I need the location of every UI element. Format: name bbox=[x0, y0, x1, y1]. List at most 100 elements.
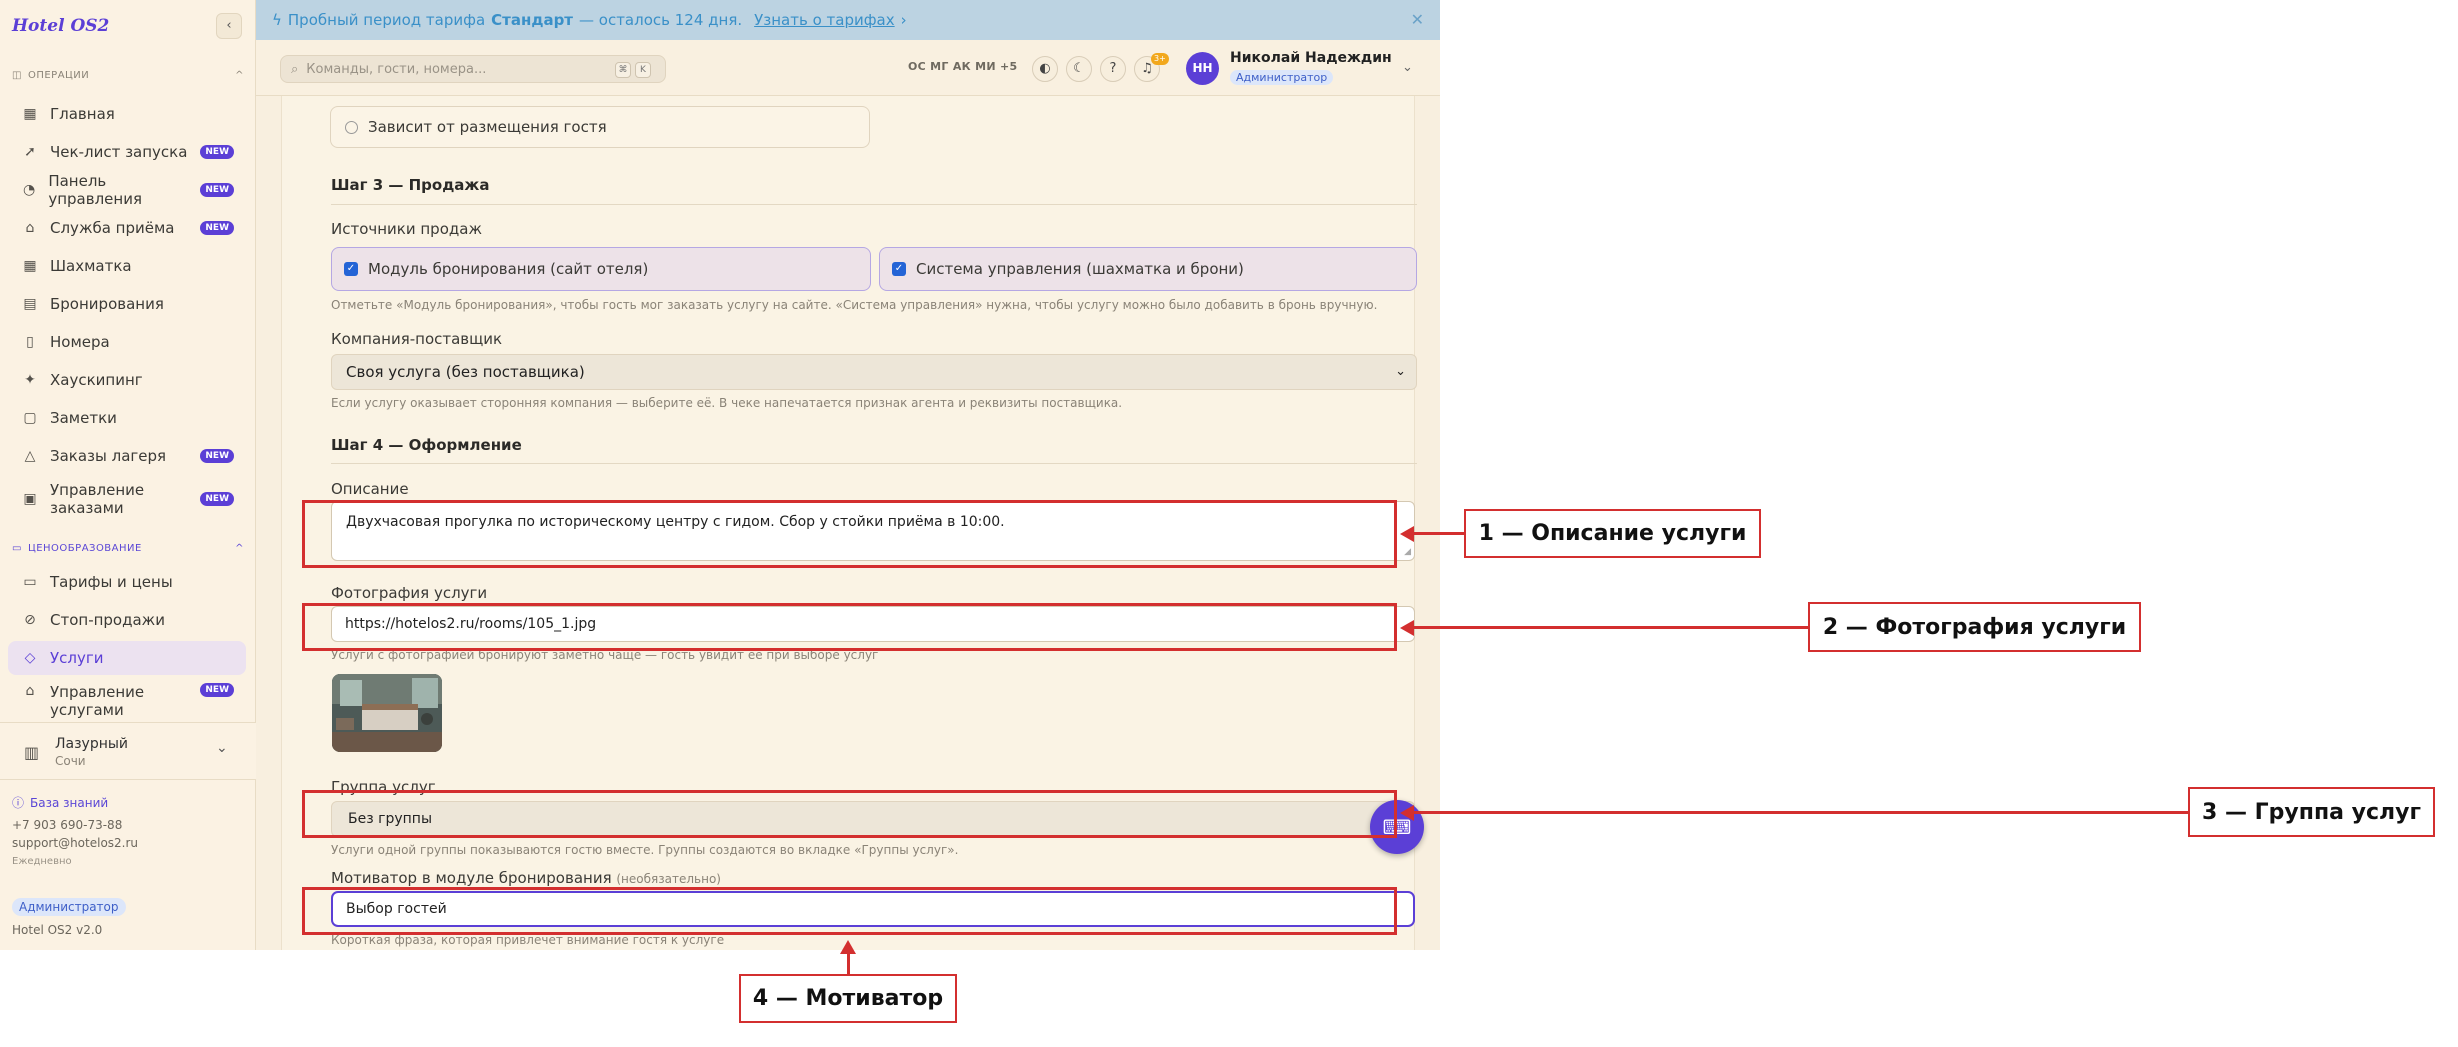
checkbox-checked-icon[interactable]: ✓ bbox=[344, 262, 358, 276]
dark-mode-button[interactable]: ☾ bbox=[1066, 56, 1092, 82]
tent-icon: △ bbox=[24, 448, 36, 464]
help-button[interactable]: ? bbox=[1100, 56, 1126, 82]
sidebar-item-chessboard[interactable]: ▦ Шахматка bbox=[8, 249, 246, 283]
section-pricing-header[interactable]: ▭ ЦЕНООБРАЗОВАНИЕ ^ bbox=[12, 543, 244, 554]
support-email[interactable]: support@hotelos2.ru bbox=[12, 836, 138, 850]
new-badge: NEW bbox=[200, 145, 234, 159]
app-logo[interactable]: Hotel OS2 bbox=[12, 16, 109, 36]
step4-title: Шаг 4 — Оформление bbox=[331, 436, 522, 454]
notifications-button[interactable]: ♫ 3+ bbox=[1134, 53, 1169, 82]
service-photo-thumbnail[interactable] bbox=[332, 674, 442, 752]
sidebar-item-label: Хаускипинг bbox=[50, 371, 143, 389]
user-role-badge: Администратор bbox=[1230, 70, 1334, 85]
collapse-sidebar-button[interactable]: ‹ bbox=[216, 13, 242, 39]
sidebar-item-launch-checklist[interactable]: ➚ Чек-лист запуска NEW bbox=[8, 135, 246, 169]
sidebar-item-label: Заказы лагеря bbox=[50, 447, 167, 465]
resize-handle-icon[interactable]: ◢ bbox=[1404, 547, 1411, 557]
gauge-icon: ◔ bbox=[23, 182, 36, 198]
chevron-down-icon[interactable]: ⌄ bbox=[1402, 60, 1413, 75]
step3-title: Шаг 3 — Продажа bbox=[331, 176, 490, 194]
radio-button[interactable] bbox=[345, 120, 358, 134]
search-placeholder: Команды, гости, номера... bbox=[306, 61, 487, 77]
service-group-hint: Услуги одной группы показываются гостю в… bbox=[331, 843, 959, 857]
user-name[interactable]: Николай Надеждин bbox=[1230, 50, 1392, 66]
new-badge: NEW bbox=[200, 183, 234, 197]
knowledge-base-label: База знаний bbox=[30, 795, 109, 810]
sidebar-item-home[interactable]: ▦ Главная bbox=[8, 97, 246, 131]
placement-radio-option[interactable]: Зависит от размещения гостя bbox=[330, 106, 870, 148]
door-icon: ▯ bbox=[26, 334, 34, 350]
annotation-arrow-line bbox=[1412, 626, 1808, 629]
sidebar-item-rates[interactable]: ▭ Тарифы и цены bbox=[8, 565, 246, 599]
sidebar-item-label: Шахматка bbox=[50, 257, 132, 275]
card-icon: ▭ bbox=[12, 543, 22, 554]
grid-icon: ▦ bbox=[23, 106, 37, 122]
motivator-label: Мотиватор в модуле бронирования (необяза… bbox=[331, 869, 721, 887]
sidebar-item-label: Чек-лист запуска bbox=[50, 143, 188, 161]
checkbox-label: Система управления (шахматка и брони) bbox=[916, 260, 1244, 278]
sidebar-item-rooms[interactable]: ▯ Номера bbox=[8, 325, 246, 359]
online-users-avatars[interactable]: ОС МГ АК МИ +5 bbox=[908, 60, 1017, 73]
avatar[interactable]: НН bbox=[1186, 52, 1219, 85]
close-icon[interactable]: ✕ bbox=[1411, 10, 1424, 29]
palette-icon: ◐ bbox=[1039, 61, 1051, 76]
sidebar-item-label: Главная bbox=[50, 105, 115, 123]
search-input[interactable]: ⌕ Команды, гости, номера... ⌘ K bbox=[280, 55, 666, 83]
sidebar-item-housekeeping[interactable]: ✦ Хаускипинг bbox=[8, 363, 246, 397]
sidebar-item-label: Управление услугами bbox=[50, 683, 145, 719]
highlight-photo bbox=[302, 603, 1397, 651]
section-operations-header[interactable]: ◫ ОПЕРАЦИИ ^ bbox=[12, 70, 244, 81]
hotel-selector[interactable]: ▥ Лазурный Сочи ⌄ bbox=[0, 722, 256, 780]
source-pms-checkbox[interactable]: ✓ Система управления (шахматка и брони) bbox=[879, 247, 1417, 291]
annotation-arrowhead bbox=[1400, 805, 1414, 821]
sidebar-item-front-desk[interactable]: ⌂ Служба приёма NEW bbox=[8, 211, 246, 245]
building-icon: ▥ bbox=[24, 743, 40, 762]
tag-icon: ◇ bbox=[24, 650, 36, 666]
sidebar-item-camp-orders[interactable]: △ Заказы лагеря NEW bbox=[8, 439, 246, 473]
motivator-label-text: Мотиватор в модуле бронирования bbox=[331, 869, 612, 887]
annotation-label-4: 4 — Мотиватор bbox=[739, 974, 957, 1023]
divider bbox=[331, 204, 1417, 205]
theme-palette-button[interactable]: ◐ bbox=[1032, 56, 1058, 82]
rocket-icon: ➚ bbox=[24, 144, 36, 160]
stack-icon: ◫ bbox=[12, 70, 22, 81]
description-label: Описание bbox=[331, 480, 409, 498]
sidebar-item-dashboard[interactable]: ◔ Панель управления NEW bbox=[8, 172, 246, 208]
sidebar-item-services[interactable]: ◇ Услуги bbox=[8, 641, 246, 675]
sidebar: Hotel OS2 ‹ ◫ ОПЕРАЦИИ ^ ▦ Главная ➚ Чек… bbox=[0, 0, 256, 950]
checkbox-label: Модуль бронирования (сайт отеля) bbox=[368, 260, 649, 278]
source-booking-module-checkbox[interactable]: ✓ Модуль бронирования (сайт отеля) bbox=[331, 247, 871, 291]
stop-icon: ⊘ bbox=[24, 612, 36, 628]
bell-icon: ♫ bbox=[1141, 61, 1153, 76]
support-phone[interactable]: +7 903 690-73-88 bbox=[12, 818, 122, 832]
pricing-link[interactable]: Узнать о тарифах bbox=[754, 11, 895, 29]
app-version: Hotel OS2 v2.0 bbox=[12, 923, 103, 937]
knowledge-base-link[interactable]: ⓘ База знаний bbox=[12, 794, 108, 811]
sidebar-item-order-management[interactable]: ▣ Управление заказами NEW bbox=[8, 477, 246, 521]
banner-prefix: Пробный период тарифа bbox=[287, 11, 486, 29]
top-header: ⌕ Команды, гости, номера... ⌘ K ОС МГ АК… bbox=[256, 40, 1440, 96]
chevron-up-icon: ^ bbox=[235, 543, 244, 554]
sidebar-item-label: Бронирования bbox=[50, 295, 164, 313]
checkbox-checked-icon[interactable]: ✓ bbox=[892, 262, 906, 276]
sales-sources-label: Источники продаж bbox=[331, 220, 482, 238]
supplier-select[interactable]: Своя услуга (без поставщика) ⌄ bbox=[331, 354, 1417, 390]
sidebar-item-stop-sales[interactable]: ⊘ Стоп-продажи bbox=[8, 603, 246, 637]
highlight-motivator bbox=[302, 887, 1397, 935]
chevron-right-icon: › bbox=[900, 11, 907, 29]
trial-banner: ϟ Пробный период тарифа Стандарт — остал… bbox=[256, 0, 1440, 40]
new-badge: NEW bbox=[200, 683, 234, 697]
shortcut-key: K bbox=[635, 62, 651, 78]
lightning-icon: ϟ bbox=[272, 11, 282, 29]
sidebar-item-bookings[interactable]: ▤ Бронирования bbox=[8, 287, 246, 321]
optional-tag: (необязательно) bbox=[616, 872, 721, 886]
banner-suffix: — осталось 124 дня. bbox=[579, 11, 743, 29]
hotel-name: Лазурный bbox=[55, 736, 129, 752]
sidebar-item-label: Управление заказами bbox=[50, 481, 145, 517]
photo-label: Фотография услуги bbox=[331, 584, 488, 602]
sidebar-item-notes[interactable]: ▢ Заметки bbox=[8, 401, 246, 435]
help-circle-icon: ⓘ bbox=[12, 796, 25, 810]
clipboard-icon: ▤ bbox=[23, 296, 37, 312]
sidebar-item-service-management[interactable]: ⌂ Управление услугами NEW bbox=[8, 679, 246, 723]
bell-desk-icon: ⌂ bbox=[25, 220, 35, 236]
